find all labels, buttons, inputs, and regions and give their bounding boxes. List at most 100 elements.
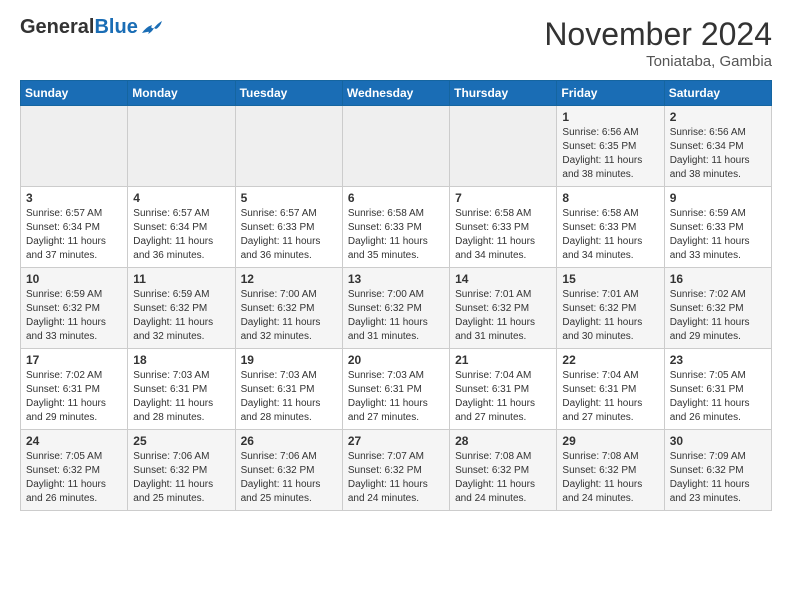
calendar-cell: 26 Sunrise: 7:06 AMSunset: 6:32 PMDayligh…	[235, 430, 342, 511]
weekday-header-tuesday: Tuesday	[235, 81, 342, 106]
calendar-cell: 19Sunrise: 7:03 AMSunset: 6:31 PMDayligh…	[235, 349, 342, 430]
day-number: 26	[241, 434, 337, 448]
weekday-header-sunday: Sunday	[21, 81, 128, 106]
day-number: 10	[26, 272, 122, 286]
weekday-header-thursday: Thursday	[450, 81, 557, 106]
calendar-cell: 22 Sunrise: 7:04 AMSunset: 6:31 PMDayligh…	[557, 349, 664, 430]
calendar-cell: 13Sunrise: 7:00 AMSunset: 6:32 PMDayligh…	[342, 268, 449, 349]
day-number: 1	[562, 110, 658, 124]
location-title: Toniataba, Gambia	[544, 53, 772, 70]
calendar-cell: 9 Sunrise: 6:59 AMSunset: 6:33 PMDaylight…	[664, 187, 771, 268]
day-info: Sunrise: 6:56 AMSunset: 6:35 PMDaylight:…	[562, 126, 658, 182]
calendar-cell: 11Sunrise: 6:59 AMSunset: 6:32 PMDayligh…	[128, 268, 235, 349]
day-info: Sunrise: 7:09 AMSunset: 6:32 PMDaylight:…	[670, 450, 766, 506]
calendar-cell: 27 Sunrise: 7:07 AMSunset: 6:32 PMDayligh…	[342, 430, 449, 511]
day-number: 28	[455, 434, 551, 448]
day-number: 7	[455, 191, 551, 205]
day-info: Sunrise: 7:04 AMSunset: 6:31 PMDaylight:…	[562, 369, 658, 425]
day-info: Sunrise: 7:06 AMSunset: 6:32 PMDaylight:…	[133, 450, 229, 506]
weekday-header-wednesday: Wednesday	[342, 81, 449, 106]
day-number: 3	[26, 191, 122, 205]
calendar-cell: 5Sunrise: 6:57 AMSunset: 6:33 PMDaylight…	[235, 187, 342, 268]
calendar-cell: 21 Sunrise: 7:04 AMSunset: 6:31 PMDayligh…	[450, 349, 557, 430]
day-number: 20	[348, 353, 444, 367]
calendar: SundayMondayTuesdayWednesdayThursdayFrid…	[20, 80, 772, 511]
day-number: 16	[670, 272, 766, 286]
calendar-cell: 17Sunrise: 7:02 AMSunset: 6:31 PMDayligh…	[21, 349, 128, 430]
calendar-cell: 8Sunrise: 6:58 AMSunset: 6:33 PMDaylight…	[557, 187, 664, 268]
calendar-cell: 29Sunrise: 7:08 AMSunset: 6:32 PMDayligh…	[557, 430, 664, 511]
calendar-cell	[21, 106, 128, 187]
day-info: Sunrise: 7:01 AMSunset: 6:32 PMDaylight:…	[562, 288, 658, 344]
day-info: Sunrise: 6:57 AMSunset: 6:34 PMDaylight:…	[133, 207, 229, 263]
day-number: 6	[348, 191, 444, 205]
calendar-cell: 14 Sunrise: 7:01 AMSunset: 6:32 PMDayligh…	[450, 268, 557, 349]
day-info: Sunrise: 7:01 AMSunset: 6:32 PMDaylight:…	[455, 288, 551, 344]
day-info: Sunrise: 6:59 AMSunset: 6:33 PMDaylight:…	[670, 207, 766, 263]
header: GeneralBlue November 2024 Toniataba, Gam…	[20, 16, 772, 70]
calendar-week-4: 17Sunrise: 7:02 AMSunset: 6:31 PMDayligh…	[21, 349, 772, 430]
calendar-week-5: 24Sunrise: 7:05 AMSunset: 6:32 PMDayligh…	[21, 430, 772, 511]
calendar-cell: 3 Sunrise: 6:57 AMSunset: 6:34 PMDaylight…	[21, 187, 128, 268]
day-number: 30	[670, 434, 766, 448]
logo-bird-icon	[140, 19, 162, 37]
calendar-cell: 23Sunrise: 7:05 AMSunset: 6:31 PMDayligh…	[664, 349, 771, 430]
day-number: 12	[241, 272, 337, 286]
calendar-cell	[450, 106, 557, 187]
calendar-cell: 28 Sunrise: 7:08 AMSunset: 6:32 PMDayligh…	[450, 430, 557, 511]
day-info: Sunrise: 6:59 AMSunset: 6:32 PMDaylight:…	[26, 288, 122, 344]
calendar-cell: 12 Sunrise: 7:00 AMSunset: 6:32 PMDayligh…	[235, 268, 342, 349]
calendar-cell: 20Sunrise: 7:03 AMSunset: 6:31 PMDayligh…	[342, 349, 449, 430]
calendar-cell: 25Sunrise: 7:06 AMSunset: 6:32 PMDayligh…	[128, 430, 235, 511]
calendar-week-1: 1 Sunrise: 6:56 AMSunset: 6:35 PMDaylight…	[21, 106, 772, 187]
day-info: Sunrise: 7:05 AMSunset: 6:32 PMDaylight:…	[26, 450, 122, 506]
calendar-cell	[342, 106, 449, 187]
calendar-cell: 4 Sunrise: 6:57 AMSunset: 6:34 PMDaylight…	[128, 187, 235, 268]
day-info: Sunrise: 7:07 AMSunset: 6:32 PMDaylight:…	[348, 450, 444, 506]
calendar-cell: 16 Sunrise: 7:02 AMSunset: 6:32 PMDayligh…	[664, 268, 771, 349]
weekday-header-row: SundayMondayTuesdayWednesdayThursdayFrid…	[21, 81, 772, 106]
calendar-cell	[235, 106, 342, 187]
calendar-cell: 30 Sunrise: 7:09 AMSunset: 6:32 PMDayligh…	[664, 430, 771, 511]
day-number: 2	[670, 110, 766, 124]
day-number: 22	[562, 353, 658, 367]
day-info: Sunrise: 7:06 AMSunset: 6:32 PMDaylight:…	[241, 450, 337, 506]
month-title: November 2024	[544, 16, 772, 53]
day-info: Sunrise: 7:02 AMSunset: 6:31 PMDaylight:…	[26, 369, 122, 425]
day-info: Sunrise: 7:04 AMSunset: 6:31 PMDaylight:…	[455, 369, 551, 425]
calendar-cell: 10 Sunrise: 6:59 AMSunset: 6:32 PMDayligh…	[21, 268, 128, 349]
calendar-cell: 24Sunrise: 7:05 AMSunset: 6:32 PMDayligh…	[21, 430, 128, 511]
logo: GeneralBlue	[20, 16, 162, 39]
day-number: 8	[562, 191, 658, 205]
logo-blue: Blue	[94, 16, 137, 39]
day-number: 4	[133, 191, 229, 205]
day-number: 18	[133, 353, 229, 367]
logo-general: General	[20, 16, 94, 39]
day-info: Sunrise: 7:00 AMSunset: 6:32 PMDaylight:…	[241, 288, 337, 344]
day-info: Sunrise: 6:57 AMSunset: 6:34 PMDaylight:…	[26, 207, 122, 263]
weekday-header-friday: Friday	[557, 81, 664, 106]
title-block: November 2024 Toniataba, Gambia	[544, 16, 772, 70]
day-number: 27	[348, 434, 444, 448]
day-number: 11	[133, 272, 229, 286]
day-info: Sunrise: 7:08 AMSunset: 6:32 PMDaylight:…	[455, 450, 551, 506]
day-info: Sunrise: 7:00 AMSunset: 6:32 PMDaylight:…	[348, 288, 444, 344]
calendar-cell: 1 Sunrise: 6:56 AMSunset: 6:35 PMDaylight…	[557, 106, 664, 187]
day-info: Sunrise: 6:58 AMSunset: 6:33 PMDaylight:…	[348, 207, 444, 263]
day-number: 19	[241, 353, 337, 367]
day-info: Sunrise: 6:56 AMSunset: 6:34 PMDaylight:…	[670, 126, 766, 182]
calendar-cell: 18Sunrise: 7:03 AMSunset: 6:31 PMDayligh…	[128, 349, 235, 430]
day-number: 9	[670, 191, 766, 205]
weekday-header-saturday: Saturday	[664, 81, 771, 106]
weekday-header-monday: Monday	[128, 81, 235, 106]
day-info: Sunrise: 7:02 AMSunset: 6:32 PMDaylight:…	[670, 288, 766, 344]
day-number: 21	[455, 353, 551, 367]
calendar-cell	[128, 106, 235, 187]
calendar-cell: 15Sunrise: 7:01 AMSunset: 6:32 PMDayligh…	[557, 268, 664, 349]
day-number: 14	[455, 272, 551, 286]
day-info: Sunrise: 7:08 AMSunset: 6:32 PMDaylight:…	[562, 450, 658, 506]
day-info: Sunrise: 6:58 AMSunset: 6:33 PMDaylight:…	[455, 207, 551, 263]
logo-text: GeneralBlue	[20, 16, 162, 39]
day-info: Sunrise: 6:57 AMSunset: 6:33 PMDaylight:…	[241, 207, 337, 263]
calendar-cell: 2 Sunrise: 6:56 AMSunset: 6:34 PMDaylight…	[664, 106, 771, 187]
